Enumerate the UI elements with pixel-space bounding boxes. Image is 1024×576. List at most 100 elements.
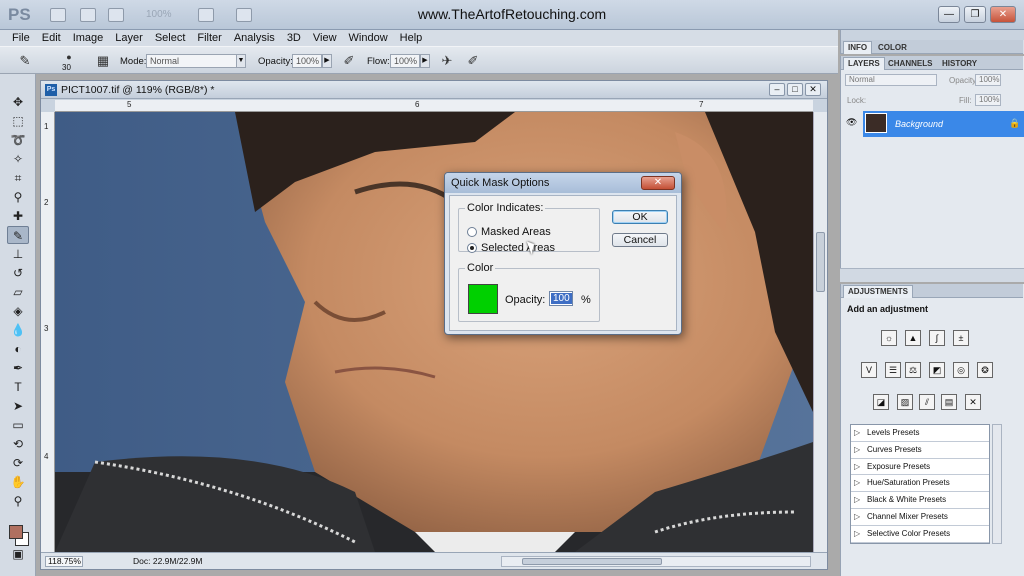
zoom-tool-icon[interactable]: ⚲ bbox=[7, 492, 29, 510]
clone-stamp-tool-icon[interactable]: ⊥ bbox=[7, 245, 29, 263]
marquee-tool-icon[interactable]: ⬚ bbox=[7, 112, 29, 130]
airbrush-icon[interactable]: ✈ bbox=[438, 53, 456, 69]
flow-slider-arrow-icon[interactable]: ▶ bbox=[420, 54, 430, 68]
brush-panel-toggle-icon[interactable]: ▦ bbox=[94, 53, 112, 69]
document-tab[interactable]: Ps PICT1007.tif @ 119% (RGB/8*) * – □ ✕ bbox=[41, 81, 827, 99]
menu-edit[interactable]: Edit bbox=[36, 32, 67, 44]
doc-close-button[interactable]: ✕ bbox=[805, 83, 821, 96]
channel-mixer-icon[interactable]: ❂ bbox=[977, 362, 993, 378]
ok-button[interactable]: OK bbox=[612, 210, 668, 224]
move-tool-icon[interactable]: ✥ bbox=[7, 93, 29, 111]
menu-layer[interactable]: Layer bbox=[109, 32, 149, 44]
lasso-tool-icon[interactable]: ➰ bbox=[7, 131, 29, 149]
tab-history[interactable]: HISTORY bbox=[937, 57, 982, 70]
pen-tool-icon[interactable]: ✒ bbox=[7, 359, 29, 377]
path-selection-tool-icon[interactable]: ➤ bbox=[7, 397, 29, 415]
gradient-map-icon[interactable]: ▤ bbox=[941, 394, 957, 410]
tab-color[interactable]: COLOR bbox=[873, 41, 912, 54]
vibrance-icon[interactable]: V bbox=[861, 362, 877, 378]
dialog-title-bar[interactable]: Quick Mask Options ✕ bbox=[445, 173, 681, 193]
flow-input[interactable]: 100% bbox=[390, 54, 420, 68]
quick-selection-tool-icon[interactable]: ✧ bbox=[7, 150, 29, 168]
masked-areas-option[interactable]: Masked Areas bbox=[467, 226, 551, 238]
threshold-icon[interactable]: ⫽ bbox=[919, 394, 935, 410]
menu-help[interactable]: Help bbox=[394, 32, 429, 44]
doc-minimize-button[interactable]: – bbox=[769, 83, 785, 96]
invert-icon[interactable]: ◪ bbox=[873, 394, 889, 410]
document-size-info[interactable]: Doc: 22.9M/22.9M bbox=[133, 556, 202, 566]
list-item[interactable]: Hue/Saturation Presets bbox=[851, 475, 989, 493]
bridge-icon[interactable] bbox=[50, 8, 66, 22]
list-item[interactable]: Black & White Presets bbox=[851, 492, 989, 509]
zoom-input[interactable]: 118.75% bbox=[45, 556, 83, 567]
tab-layers[interactable]: LAYERS bbox=[843, 57, 885, 70]
view-extras-icon[interactable] bbox=[108, 8, 124, 22]
zoom-level-readout[interactable]: 100% bbox=[146, 9, 172, 20]
minimize-button[interactable]: — bbox=[938, 6, 960, 23]
horizontal-scrollbar[interactable] bbox=[501, 556, 811, 567]
type-tool-icon[interactable]: T bbox=[7, 378, 29, 396]
menu-image[interactable]: Image bbox=[67, 32, 110, 44]
dialog-close-button[interactable]: ✕ bbox=[641, 176, 675, 190]
selective-color-icon[interactable]: ✕ bbox=[965, 394, 981, 410]
color-balance-icon[interactable]: ⚖ bbox=[905, 362, 921, 378]
list-item[interactable]: Exposure Presets bbox=[851, 459, 989, 476]
tablet-size-pressure-icon[interactable]: ✐ bbox=[464, 53, 482, 69]
foreground-color-swatch[interactable] bbox=[9, 525, 23, 539]
blur-tool-icon[interactable]: 💧 bbox=[7, 321, 29, 339]
hue-saturation-icon[interactable]: ☰ bbox=[885, 362, 901, 378]
mask-opacity-input[interactable]: 100 bbox=[549, 291, 573, 306]
menu-3d[interactable]: 3D bbox=[281, 32, 307, 44]
vertical-scroll-thumb[interactable] bbox=[816, 232, 825, 292]
menu-filter[interactable]: Filter bbox=[191, 32, 227, 44]
layer-opacity-input[interactable]: 100% bbox=[975, 74, 1001, 86]
selected-areas-option[interactable]: Selected Areas bbox=[467, 242, 555, 254]
3d-orbit-tool-icon[interactable]: ⟳ bbox=[7, 454, 29, 472]
eraser-tool-icon[interactable]: ▱ bbox=[7, 283, 29, 301]
image-canvas[interactable] bbox=[55, 112, 813, 552]
paint-bucket-tool-icon[interactable]: ◈ bbox=[7, 302, 29, 320]
mask-color-swatch[interactable] bbox=[468, 284, 498, 314]
blend-mode-select[interactable]: Normal bbox=[845, 74, 937, 86]
dodge-tool-icon[interactable]: ◐ bbox=[7, 340, 29, 358]
close-window-button[interactable]: ✕ bbox=[990, 6, 1016, 23]
doc-maximize-button[interactable]: □ bbox=[787, 83, 803, 96]
levels-icon[interactable]: ▲ bbox=[905, 330, 921, 346]
tab-adjustments[interactable]: ADJUSTMENTS bbox=[843, 285, 914, 298]
opacity-input[interactable]: 100% bbox=[292, 54, 322, 68]
list-item[interactable]: Curves Presets bbox=[851, 442, 989, 459]
screen-mode-icon[interactable] bbox=[236, 8, 252, 22]
menu-analysis[interactable]: Analysis bbox=[228, 32, 281, 44]
brush-tool-icon[interactable]: ✎ bbox=[7, 226, 29, 244]
selected-areas-radio[interactable] bbox=[467, 243, 477, 253]
masked-areas-radio[interactable] bbox=[467, 227, 477, 237]
eyedropper-tool-icon[interactable]: ⚲ bbox=[7, 188, 29, 206]
crop-tool-icon[interactable]: ⌗ bbox=[7, 169, 29, 187]
fill-input[interactable]: 100% bbox=[975, 94, 1001, 106]
hand-tool-icon[interactable]: ✋ bbox=[7, 473, 29, 491]
menu-window[interactable]: Window bbox=[343, 32, 394, 44]
history-brush-tool-icon[interactable]: ↺ bbox=[7, 264, 29, 282]
brightness-contrast-icon[interactable]: ☼ bbox=[881, 330, 897, 346]
tablet-opacity-pressure-icon[interactable]: ✐ bbox=[340, 53, 358, 69]
black-white-icon[interactable]: ◩ bbox=[929, 362, 945, 378]
list-item[interactable]: Selective Color Presets bbox=[851, 526, 989, 543]
menu-file[interactable]: File bbox=[6, 32, 36, 44]
minibridge-icon[interactable] bbox=[80, 8, 96, 22]
cancel-button[interactable]: Cancel bbox=[612, 233, 668, 247]
posterize-icon[interactable]: ▨ bbox=[897, 394, 913, 410]
tab-info[interactable]: INFO bbox=[843, 41, 873, 54]
3d-rotate-tool-icon[interactable]: ⟲ bbox=[7, 435, 29, 453]
mode-dropdown-arrow-icon[interactable]: ▼ bbox=[236, 54, 246, 68]
restore-button[interactable]: ❐ bbox=[964, 6, 986, 23]
healing-brush-tool-icon[interactable]: ✚ bbox=[7, 207, 29, 225]
presets-scrollbar[interactable] bbox=[992, 424, 1002, 544]
exposure-icon[interactable]: ± bbox=[953, 330, 969, 346]
vertical-scrollbar[interactable] bbox=[813, 112, 827, 552]
layer-background-row[interactable]: Background 🔒 bbox=[863, 111, 1024, 137]
arrange-documents-icon[interactable] bbox=[198, 8, 214, 22]
curves-icon[interactable]: ∫ bbox=[929, 330, 945, 346]
menu-view[interactable]: View bbox=[307, 32, 343, 44]
list-item[interactable]: Levels Presets bbox=[851, 425, 989, 442]
photo-filter-icon[interactable]: ◎ bbox=[953, 362, 969, 378]
